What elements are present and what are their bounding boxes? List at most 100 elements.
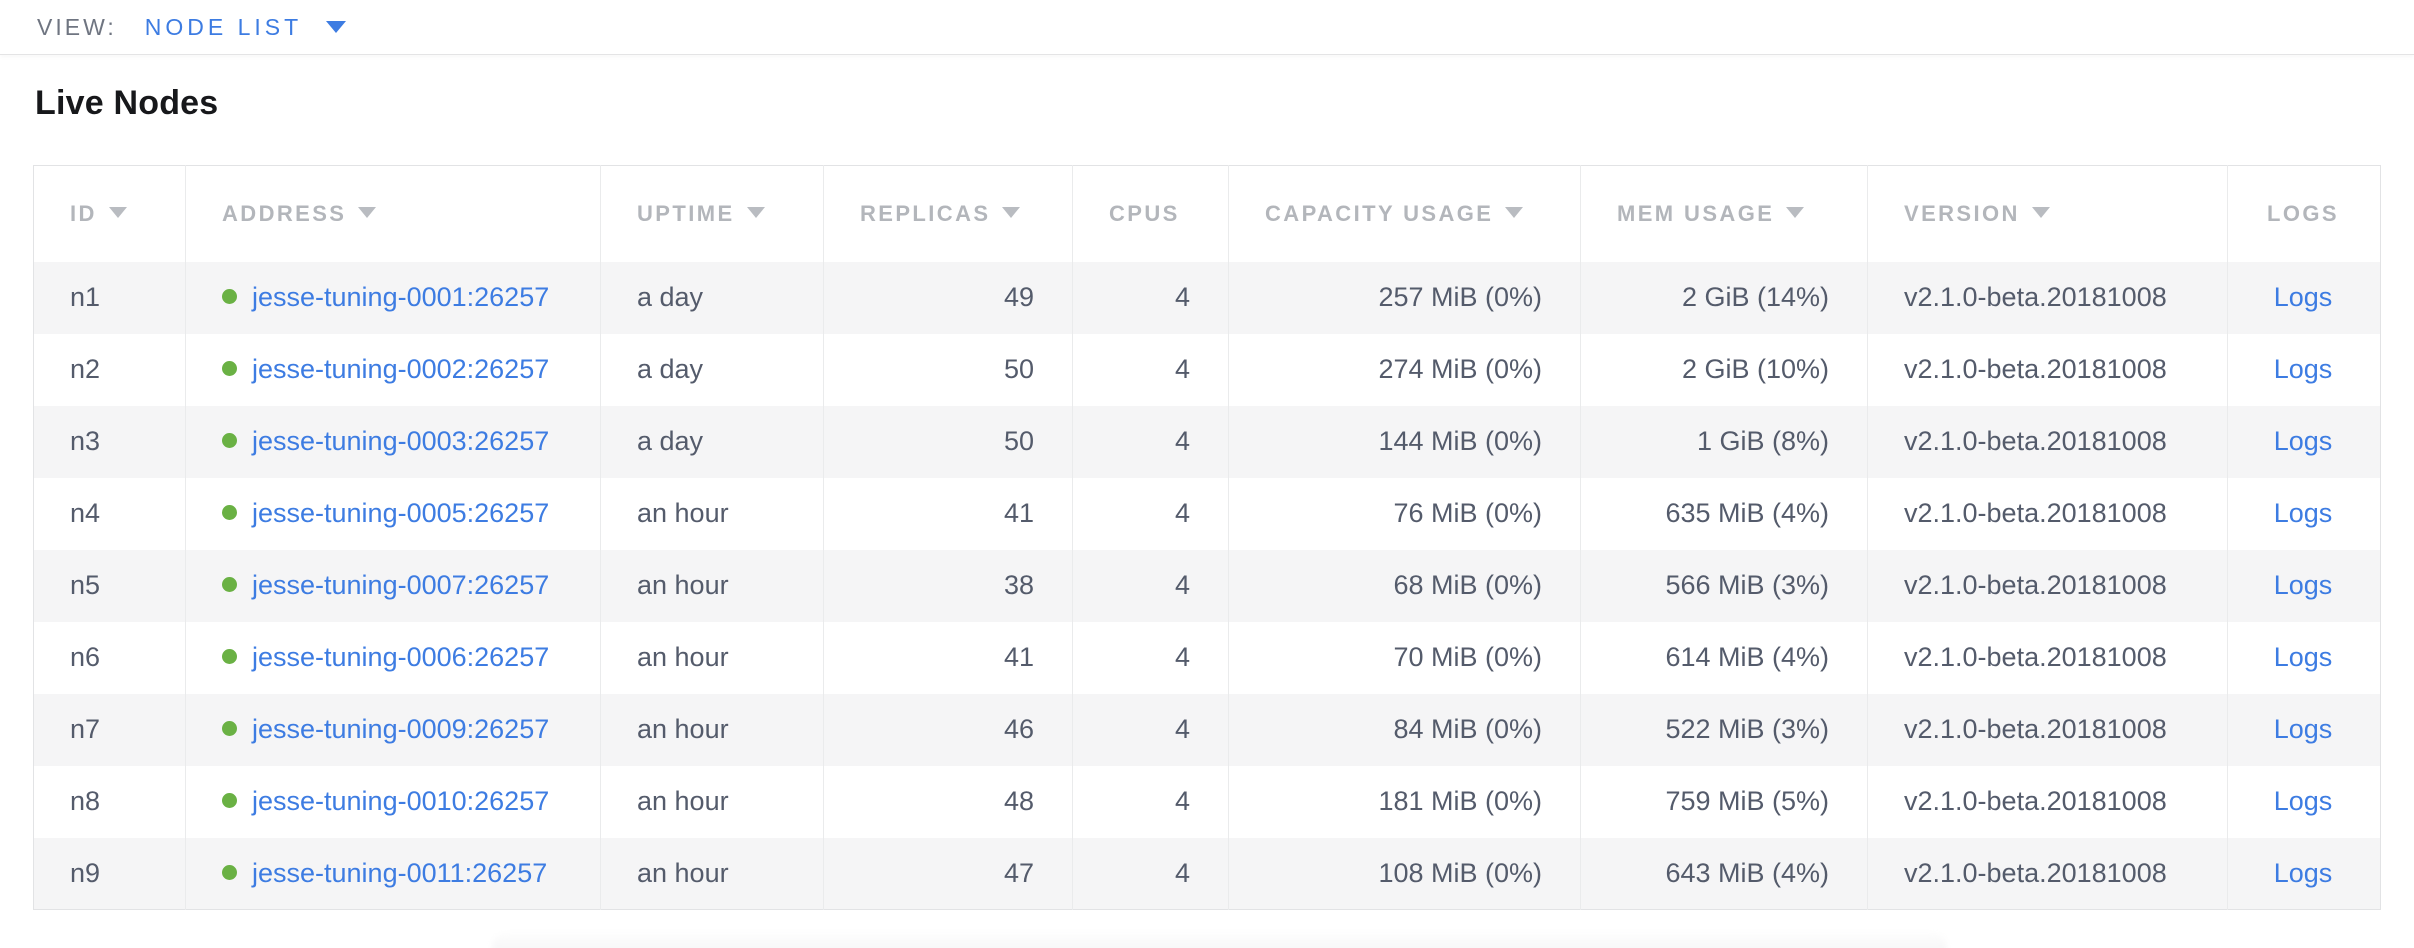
cell-capacity: 84 MiB (0%) <box>1229 694 1581 766</box>
cell-value: an hour <box>637 786 729 816</box>
node-address-link[interactable]: jesse-tuning-0011:26257 <box>252 858 547 888</box>
cell-value: 48 <box>1004 786 1034 816</box>
node-address-link[interactable]: jesse-tuning-0009:26257 <box>252 714 549 744</box>
column-header-address[interactable]: ADDRESS <box>186 166 601 262</box>
cell-value: 2 GiB (14%) <box>1682 282 1829 312</box>
node-address-link[interactable]: jesse-tuning-0010:26257 <box>252 786 549 816</box>
table-row: n5 jesse-tuning-0007:26257 an hour 38 4 68 Mi… <box>34 550 2381 622</box>
cell-value: 41 <box>1004 642 1034 672</box>
cell-cpus: 4 <box>1073 334 1229 406</box>
column-header-version[interactable]: VERSION <box>1868 166 2228 262</box>
cell-cpus: 4 <box>1073 406 1229 478</box>
cell-value: an hour <box>637 858 729 888</box>
cell-mem: 643 MiB (4%) <box>1581 838 1868 910</box>
cell-capacity: 108 MiB (0%) <box>1229 838 1581 910</box>
cell-address: jesse-tuning-0003:26257 <box>186 406 601 478</box>
cell-value: 68 MiB (0%) <box>1393 570 1542 600</box>
cell-value: 4 <box>1175 858 1190 888</box>
column-header-mem[interactable]: MEM USAGE <box>1581 166 1868 262</box>
cell-uptime: an hour <box>601 478 824 550</box>
column-header-label: ID <box>70 201 97 226</box>
cell-version: v2.1.0-beta.20181008 <box>1868 406 2228 478</box>
node-address-link[interactable]: jesse-tuning-0002:26257 <box>252 354 549 384</box>
column-header-replicas[interactable]: REPLICAS <box>824 166 1073 262</box>
cell-value: 108 MiB (0%) <box>1378 858 1542 888</box>
node-address-link[interactable]: jesse-tuning-0007:26257 <box>252 570 549 600</box>
cell-replicas: 50 <box>824 334 1073 406</box>
below-fold-card-edge <box>492 933 1947 948</box>
cell-version: v2.1.0-beta.20181008 <box>1868 694 2228 766</box>
cell-value: a day <box>637 354 703 384</box>
cell-capacity: 144 MiB (0%) <box>1229 406 1581 478</box>
node-address-link[interactable]: jesse-tuning-0005:26257 <box>252 498 549 528</box>
cell-logs: Logs <box>2228 550 2381 622</box>
cell-uptime: a day <box>601 406 824 478</box>
cell-uptime: an hour <box>601 838 824 910</box>
node-live-status-icon <box>222 433 237 448</box>
node-logs-link[interactable]: Logs <box>2274 354 2333 384</box>
cell-address: jesse-tuning-0011:26257 <box>186 838 601 910</box>
table-row: n1jesse-tuning-0001:26257a day494257 MiB… <box>34 262 2381 334</box>
column-header-label: UPTIME <box>637 201 735 226</box>
node-logs-link[interactable]: Logs <box>2274 642 2333 672</box>
cell-value: 46 <box>1004 714 1034 744</box>
cell-replicas: 46 <box>824 694 1073 766</box>
cell-version: v2.1.0-beta.20181008 <box>1868 262 2228 334</box>
cell-address: jesse-tuning-0009:26257 <box>186 694 601 766</box>
cell-replicas: 41 <box>824 622 1073 694</box>
table-row: n2jesse-tuning-0002:26257a day504274 MiB… <box>34 334 2381 406</box>
table-header: ID ADDRESS UPTIME REPLICASCPUSCAPACITY USAG… <box>34 166 2381 262</box>
node-address-link[interactable]: jesse-tuning-0003:26257 <box>252 426 549 456</box>
cell-cpus: 4 <box>1073 622 1229 694</box>
cell-uptime: an hour <box>601 550 824 622</box>
chevron-down-icon[interactable] <box>326 21 346 33</box>
cell-replicas: 47 <box>824 838 1073 910</box>
cell-value: v2.1.0-beta.20181008 <box>1904 714 2167 744</box>
cell-id: n8 <box>34 766 186 838</box>
cell-value: v2.1.0-beta.20181008 <box>1904 570 2167 600</box>
cell-value: 522 MiB (3%) <box>1665 714 1829 744</box>
node-logs-link[interactable]: Logs <box>2274 426 2333 456</box>
node-address-link[interactable]: jesse-tuning-0001:26257 <box>252 282 549 312</box>
cell-replicas: 48 <box>824 766 1073 838</box>
cell-value: v2.1.0-beta.20181008 <box>1904 426 2167 456</box>
node-logs-link[interactable]: Logs <box>2274 858 2333 888</box>
cell-version: v2.1.0-beta.20181008 <box>1868 622 2228 694</box>
cell-capacity: 76 MiB (0%) <box>1229 478 1581 550</box>
column-header-cpus: CPUS <box>1073 166 1229 262</box>
node-logs-link[interactable]: Logs <box>2274 282 2333 312</box>
cell-id: n5 <box>34 550 186 622</box>
cell-uptime: a day <box>601 262 824 334</box>
node-address-link[interactable]: jesse-tuning-0006:26257 <box>252 642 549 672</box>
cell-logs: Logs <box>2228 406 2381 478</box>
cell-value: 643 MiB (4%) <box>1665 858 1829 888</box>
cell-value: 70 MiB (0%) <box>1393 642 1542 672</box>
column-header-label: LOGS <box>2267 201 2339 226</box>
cell-mem: 2 GiB (10%) <box>1581 334 1868 406</box>
node-logs-link[interactable]: Logs <box>2274 570 2333 600</box>
cell-logs: Logs <box>2228 262 2381 334</box>
cell-value: 4 <box>1175 354 1190 384</box>
cell-value: 566 MiB (3%) <box>1665 570 1829 600</box>
table-row: n8jesse-tuning-0010:26257an hour484181 M… <box>34 766 2381 838</box>
column-header-uptime[interactable]: UPTIME <box>601 166 824 262</box>
node-logs-link[interactable]: Logs <box>2274 498 2333 528</box>
cell-version: v2.1.0-beta.20181008 <box>1868 334 2228 406</box>
cell-capacity: 274 MiB (0%) <box>1229 334 1581 406</box>
table-row: n9jesse-tuning-0011:26257an hour474108 M… <box>34 838 2381 910</box>
node-logs-link[interactable]: Logs <box>2274 786 2333 816</box>
cell-value: n5 <box>70 570 100 600</box>
column-header-id[interactable]: ID <box>34 166 186 262</box>
cell-mem: 635 MiB (4%) <box>1581 478 1868 550</box>
column-header-capacity[interactable]: CAPACITY USAGE <box>1229 166 1581 262</box>
table-row: n7jesse-tuning-0009:26257an hour46484 Mi… <box>34 694 2381 766</box>
node-live-status-icon <box>222 577 237 592</box>
view-dropdown-value[interactable]: NODE LIST <box>145 14 302 41</box>
cell-address: jesse-tuning-0006:26257 <box>186 622 601 694</box>
cell-value: 4 <box>1175 498 1190 528</box>
cell-value: 635 MiB (4%) <box>1665 498 1829 528</box>
cell-cpus: 4 <box>1073 550 1229 622</box>
node-logs-link[interactable]: Logs <box>2274 714 2333 744</box>
cell-value: 4 <box>1175 570 1190 600</box>
cell-value: 38 <box>1004 570 1034 600</box>
